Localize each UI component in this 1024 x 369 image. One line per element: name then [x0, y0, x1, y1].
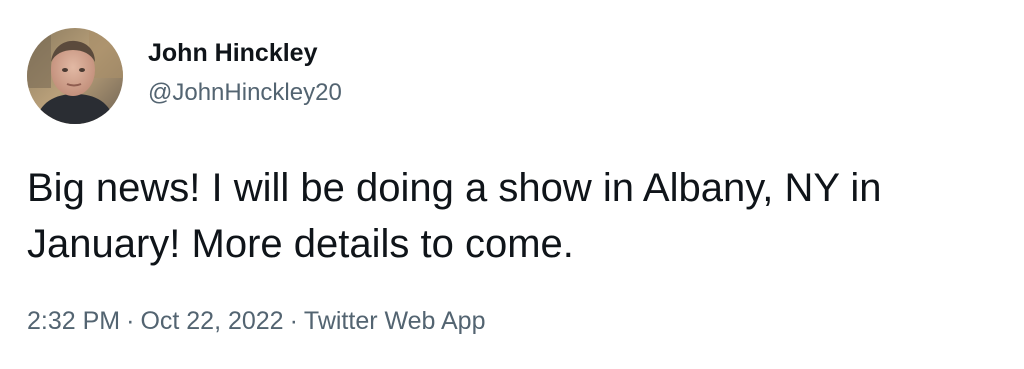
- tweet-text: Big news! I will be doing a show in Alba…: [27, 166, 882, 266]
- tweet-date[interactable]: Oct 22, 2022: [140, 307, 283, 335]
- meta-separator: ·: [289, 307, 298, 335]
- meta-separator: ·: [126, 307, 135, 335]
- avatar-photo: [27, 28, 123, 124]
- tweet-meta: 2:32 PM · Oct 22, 2022 · Twitter Web App: [27, 305, 486, 337]
- tweet-time[interactable]: 2:32 PM: [27, 307, 120, 335]
- avatar[interactable]: [27, 28, 123, 124]
- author-handle[interactable]: @JohnHinckley20: [148, 78, 342, 108]
- tweet-card: John Hinckley @JohnHinckley20 Big news! …: [0, 0, 1024, 369]
- author-display-name[interactable]: John Hinckley: [148, 38, 318, 68]
- tweet-source[interactable]: Twitter Web App: [304, 307, 486, 335]
